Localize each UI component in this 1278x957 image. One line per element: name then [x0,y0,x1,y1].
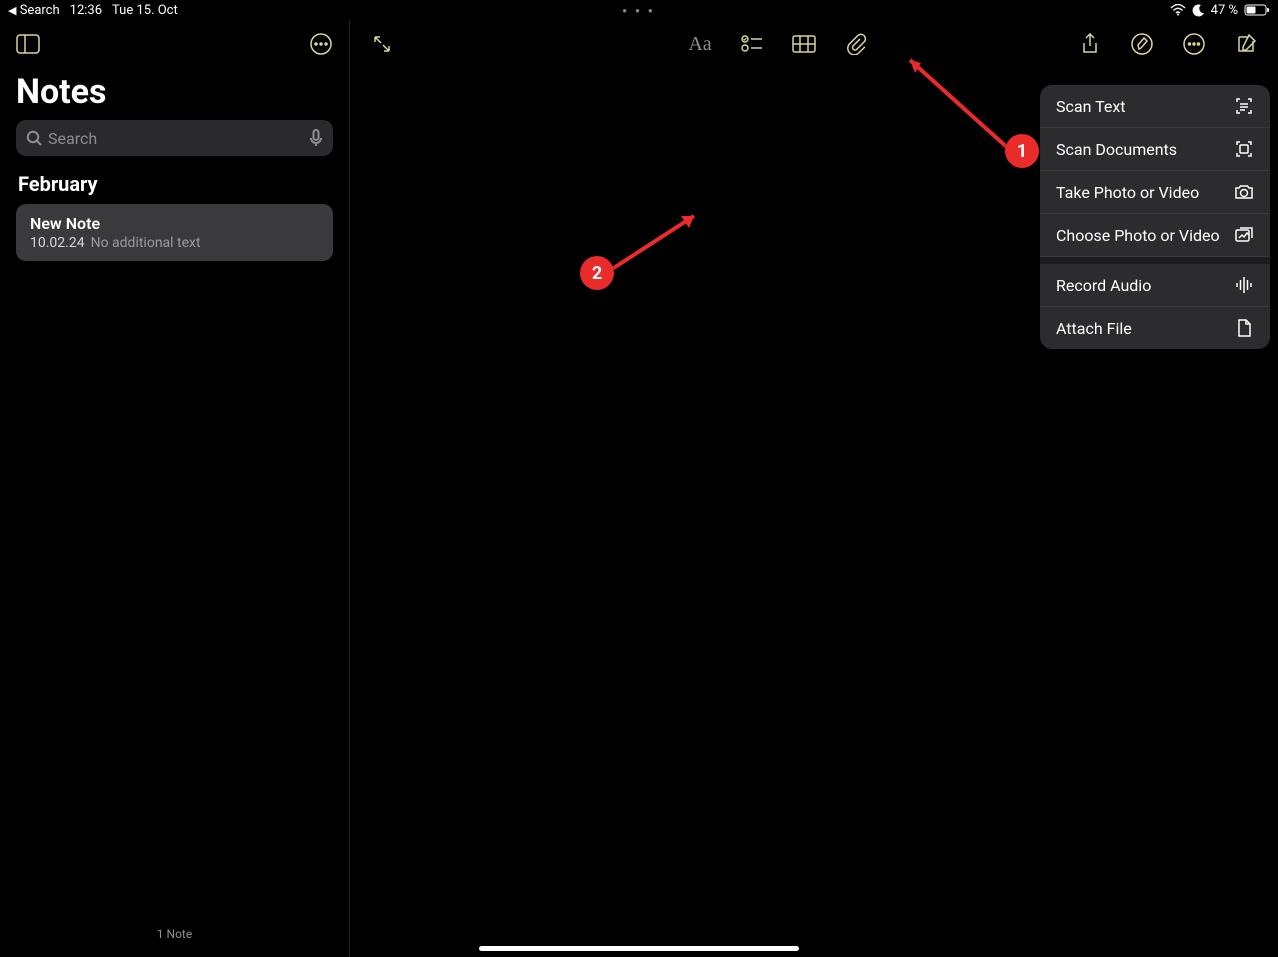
status-date: Tue 15. Oct [112,3,178,18]
search-field[interactable] [16,120,333,156]
moon-icon [1192,4,1205,17]
share-button[interactable] [1078,32,1102,56]
sidebar-toggle-button[interactable] [16,32,40,56]
section-header: February [0,172,349,204]
sidebar-more-button[interactable] [309,32,333,56]
annotation-arrow-2 [604,206,704,276]
menu-label: Attach File [1056,319,1132,338]
menu-label: Take Photo or Video [1056,183,1199,202]
status-time: 12:36 [70,3,102,18]
compose-button[interactable] [1234,32,1258,56]
table-button[interactable] [792,32,816,56]
note-title: New Note [30,214,319,233]
wifi-icon [1170,4,1186,16]
text-format-button[interactable]: Aa [688,32,712,56]
search-icon [26,130,42,146]
file-icon [1234,318,1254,338]
photo-library-icon [1234,225,1254,245]
audio-wave-icon [1234,275,1254,295]
note-list-item[interactable]: New Note 10.02.24No additional text [16,204,333,261]
more-button[interactable] [1182,32,1206,56]
menu-record-audio[interactable]: Record Audio [1040,264,1270,307]
checklist-button[interactable] [740,32,764,56]
main-toolbar: Aa [350,20,1278,68]
back-to-search[interactable]: ◀ Search [8,3,60,18]
battery-percent: 47 % [1211,3,1238,18]
menu-attach-file[interactable]: Attach File [1040,307,1270,349]
menu-scan-text[interactable]: Scan Text [1040,85,1270,128]
menu-label: Scan Text [1056,97,1126,116]
sidebar-footer: 1 Note [0,911,349,957]
menu-scan-documents[interactable]: Scan Documents [1040,128,1270,171]
menu-choose-photo[interactable]: Choose Photo or Video [1040,214,1270,257]
menu-label: Record Audio [1056,276,1151,295]
annotation-callout-2: 2 [580,256,614,290]
attachment-menu: Scan Text Scan Documents Take Photo or V… [1040,85,1270,349]
attachment-button[interactable] [844,32,868,56]
scan-doc-icon [1234,139,1254,159]
expand-button[interactable] [370,32,394,56]
markup-button[interactable] [1130,32,1154,56]
sidebar: Notes February New Note 10.02.24No addit… [0,20,350,957]
menu-take-photo[interactable]: Take Photo or Video [1040,171,1270,214]
annotation-callout-1: 1 [1005,134,1039,168]
camera-icon [1234,182,1254,202]
search-input[interactable] [48,129,303,148]
menu-label: Choose Photo or Video [1056,226,1220,245]
menu-label: Scan Documents [1056,140,1177,159]
scan-text-icon [1234,96,1254,116]
multitask-dots[interactable]: ● ● ● [622,6,655,15]
note-meta: 10.02.24No additional text [30,235,319,251]
sidebar-title: Notes [0,68,349,120]
mic-icon[interactable] [309,129,323,147]
main-editor: Aa Scan Text Scan Documents [350,20,1278,957]
battery-icon [1244,4,1270,16]
home-indicator[interactable] [479,946,799,951]
